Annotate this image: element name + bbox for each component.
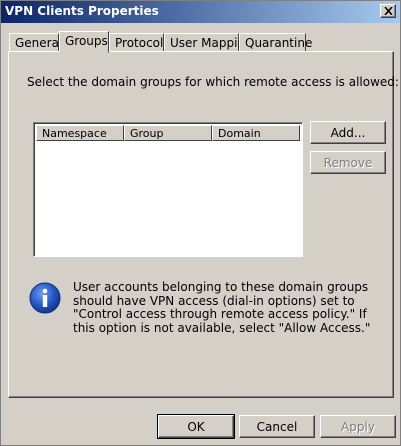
remove-button[interactable]: Remove (310, 151, 386, 174)
groups-list[interactable]: Namespace Group Domain (33, 122, 303, 257)
apply-button[interactable]: Apply (320, 415, 396, 438)
list-header: Namespace Group Domain (36, 125, 300, 141)
title-bar[interactable]: VPN Clients Properties (1, 1, 400, 23)
window-title: VPN Clients Properties (5, 4, 159, 18)
tab-user-mapping[interactable]: User Mapping (164, 33, 253, 52)
info-message: User accounts belonging to these domain … (73, 280, 371, 335)
properties-dialog: VPN Clients Properties General Groups Pr… (0, 0, 401, 446)
add-button[interactable]: Add... (310, 121, 386, 144)
column-header-group[interactable]: Group (124, 125, 212, 141)
ok-button[interactable]: OK (157, 414, 235, 439)
tab-quarantine[interactable]: Quarantine (239, 33, 312, 52)
column-header-namespace[interactable]: Namespace (36, 125, 124, 141)
instruction-label: Select the domain groups for which remot… (27, 75, 399, 89)
cancel-button[interactable]: Cancel (239, 415, 315, 438)
info-icon (29, 282, 61, 314)
tab-protocols[interactable]: Protocols (109, 33, 170, 52)
tab-general[interactable]: General (9, 33, 62, 52)
close-icon (383, 7, 393, 15)
close-button[interactable] (380, 4, 396, 18)
column-header-domain[interactable]: Domain (212, 125, 300, 141)
tab-groups[interactable]: Groups (59, 31, 109, 53)
